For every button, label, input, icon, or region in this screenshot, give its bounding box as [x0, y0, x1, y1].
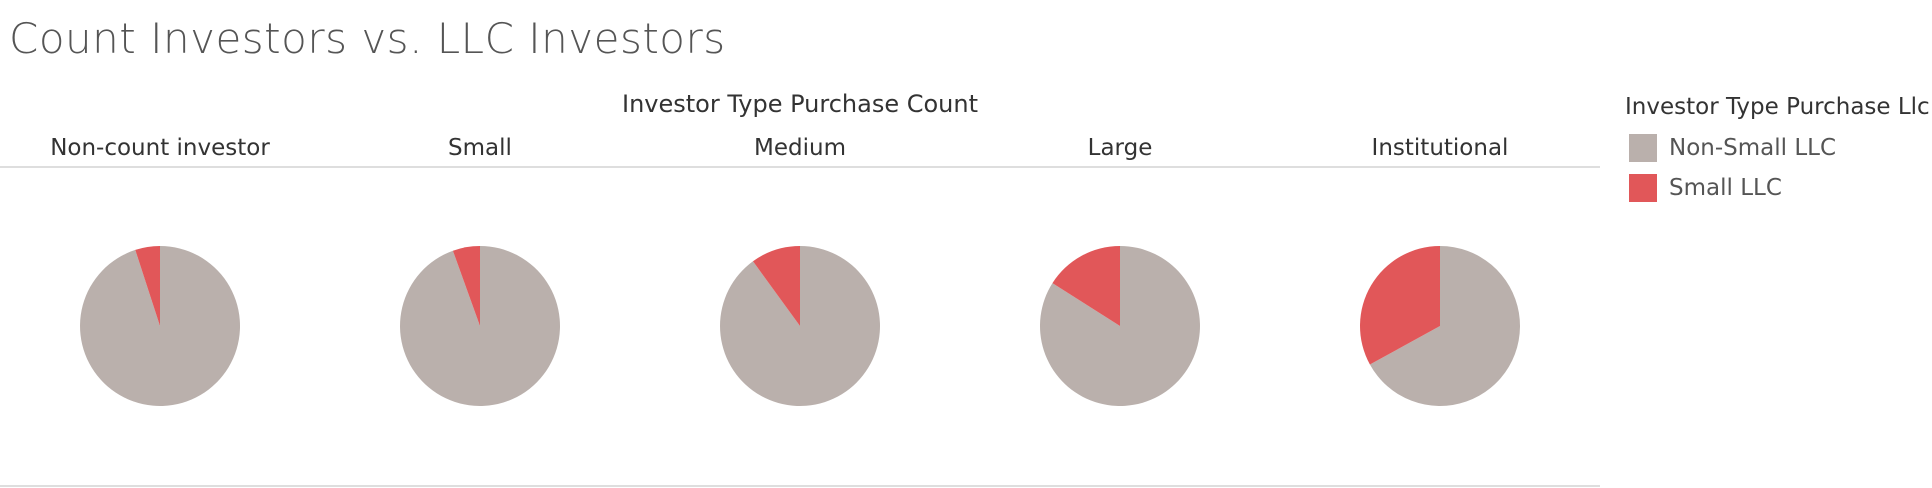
category-label-small: Small: [448, 135, 512, 161]
pie-slice-medium-non-small-llc[interactable]: [720, 246, 881, 406]
legend: Investor Type Purchase Llc Non-Small LLC…: [1625, 94, 1930, 208]
pie-grid: Non-count investor Small Medium Large Instit…: [0, 135, 1600, 487]
legend-label-small-llc: Small LLC: [1669, 175, 1782, 201]
legend-title: Investor Type Purchase Llc: [1625, 94, 1930, 120]
category-label-non-count-investor: Non-count investor: [50, 135, 270, 161]
category-label-large: Large: [1088, 135, 1153, 161]
chart-page: Count Investors vs. LLC Investors Invest…: [0, 0, 1932, 488]
pie-slice-small-non-small-llc[interactable]: [400, 246, 561, 406]
legend-swatch-non-small-llc: [1629, 134, 1657, 162]
legend-item-small-llc[interactable]: Small LLC: [1625, 168, 1925, 208]
category-label-medium: Medium: [754, 135, 846, 161]
pie-slice-non-count-investor-non-small-llc[interactable]: [80, 246, 241, 407]
category-label-institutional: Institutional: [1372, 135, 1509, 161]
legend-label-non-small-llc: Non-Small LLC: [1669, 135, 1837, 161]
legend-swatch-small-llc: [1629, 174, 1657, 202]
legend-item-non-small-llc[interactable]: Non-Small LLC: [1625, 128, 1925, 168]
